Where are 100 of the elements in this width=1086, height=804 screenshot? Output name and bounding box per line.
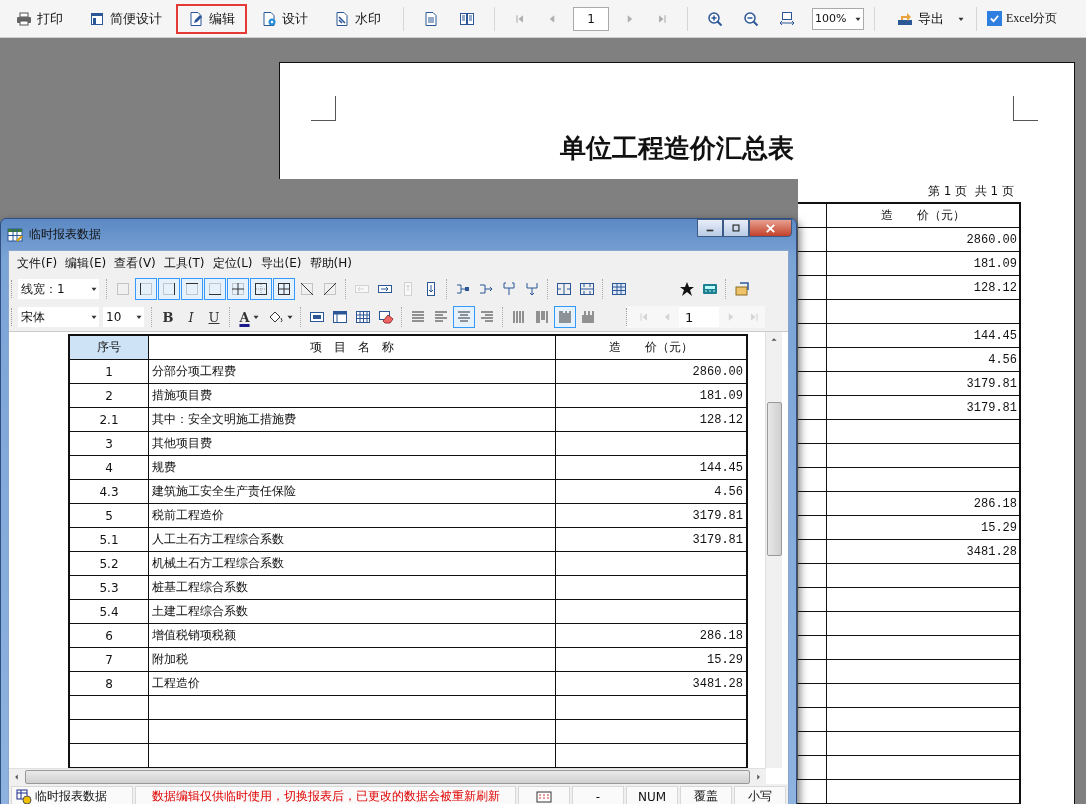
eraser-icon bbox=[378, 309, 394, 325]
table-cell: 2860.00 bbox=[826, 227, 1020, 252]
border-none-icon bbox=[115, 281, 131, 297]
table-cell: 4.56 bbox=[826, 347, 1020, 372]
font-size-select[interactable]: 10 bbox=[103, 307, 144, 327]
menu-item[interactable]: 帮助(H) bbox=[305, 254, 356, 272]
table-cell[interactable]: 工程造价 bbox=[148, 671, 556, 696]
status-cell: - bbox=[572, 786, 624, 804]
font-color-button[interactable]: A bbox=[235, 306, 265, 328]
table-cell[interactable]: 128.12 bbox=[555, 407, 747, 432]
align-center-icon bbox=[456, 309, 472, 325]
minimize-button[interactable] bbox=[697, 219, 723, 237]
italic-button[interactable]: I bbox=[180, 306, 202, 328]
paint-bucket-icon bbox=[267, 309, 284, 325]
column-header: 序号 bbox=[69, 335, 149, 360]
table-app-icon bbox=[7, 226, 23, 243]
table-cell[interactable]: 181.09 bbox=[555, 383, 747, 408]
table-cell[interactable]: 3 bbox=[69, 431, 149, 456]
vertical-scrollbar[interactable] bbox=[765, 332, 782, 768]
table-icon bbox=[611, 281, 627, 297]
status-cell: 小写 bbox=[734, 786, 786, 804]
table-cell[interactable]: 5 bbox=[69, 503, 149, 528]
column-header: 造 价（元） bbox=[826, 203, 1020, 228]
zoom-select[interactable]: 100% bbox=[812, 7, 864, 30]
page-number-field[interactable]: 1 bbox=[573, 6, 609, 31]
table-cell[interactable]: 土建工程综合系数 bbox=[148, 599, 556, 624]
window-title: 临时报表数据 bbox=[29, 226, 102, 243]
menu-item[interactable]: 导出(E) bbox=[256, 254, 306, 272]
menu-item[interactable]: 编辑(E) bbox=[61, 254, 111, 272]
table-cell[interactable]: 5.2 bbox=[69, 551, 149, 576]
toolbar-button[interactable]: 编辑 bbox=[176, 3, 247, 34]
table-cell[interactable]: 2 bbox=[69, 383, 149, 408]
toolbar-button[interactable] bbox=[273, 278, 295, 300]
table-cell[interactable]: 4.3 bbox=[69, 479, 149, 504]
checkbox[interactable] bbox=[987, 11, 1002, 26]
printer-icon bbox=[16, 10, 32, 27]
scroll-thumb[interactable] bbox=[766, 402, 782, 556]
menu-item[interactable]: 定位(L) bbox=[208, 254, 257, 272]
toolbar-button[interactable] bbox=[135, 278, 157, 300]
table-cell[interactable]: 5.1 bbox=[69, 527, 149, 552]
table-cell[interactable]: 3481.28 bbox=[555, 671, 747, 696]
close-button[interactable] bbox=[749, 219, 792, 237]
maximize-icon bbox=[731, 223, 741, 233]
border-inner-icon bbox=[230, 281, 246, 297]
zoom-out-icon bbox=[743, 10, 759, 27]
table-cell[interactable]: 286.18 bbox=[555, 623, 747, 648]
font-select[interactable]: 宋体 bbox=[18, 307, 99, 327]
table-cell[interactable]: 15.29 bbox=[555, 647, 747, 672]
toolbar-button[interactable] bbox=[204, 278, 226, 300]
bold-button[interactable]: B bbox=[157, 306, 179, 328]
toolbar-button[interactable] bbox=[250, 278, 272, 300]
fork-down-icon bbox=[524, 281, 540, 297]
table-cell[interactable]: 其中：安全文明施工措施费 bbox=[148, 407, 556, 432]
table-cell[interactable]: 3179.81 bbox=[555, 527, 747, 552]
table-cell[interactable]: 措施项目费 bbox=[148, 383, 556, 408]
table-cell[interactable]: 分部分项工程费 bbox=[148, 359, 556, 384]
underline-button[interactable]: U bbox=[203, 306, 225, 328]
calculator-icon bbox=[702, 281, 718, 297]
gear-document-icon bbox=[261, 10, 277, 27]
table-cell[interactable]: 附加税 bbox=[148, 647, 556, 672]
toolbar-button[interactable]: 水印 bbox=[322, 3, 393, 34]
table-cell[interactable]: 4 bbox=[69, 455, 149, 480]
table-cell[interactable]: 机械土石方工程综合系数 bbox=[148, 551, 556, 576]
table-cell: 3481.28 bbox=[826, 539, 1020, 564]
table-cell[interactable]: 6 bbox=[69, 623, 149, 648]
table-cell[interactable]: 3179.81 bbox=[555, 503, 747, 528]
toolbar-button[interactable]: 设计 bbox=[249, 3, 320, 34]
maximize-button[interactable] bbox=[723, 219, 749, 237]
menu-item[interactable]: 文件(F) bbox=[13, 254, 62, 272]
table-cell[interactable]: 税前工程造价 bbox=[148, 503, 556, 528]
table-cell[interactable]: 人工土石方工程综合系数 bbox=[148, 527, 556, 552]
menu-item[interactable]: 查看(V) bbox=[110, 254, 160, 272]
align-left-icon bbox=[433, 309, 449, 325]
pencil-document-icon bbox=[188, 10, 204, 27]
table-cell[interactable]: 规费 bbox=[148, 455, 556, 480]
table-cell[interactable]: 增值税销项税额 bbox=[148, 623, 556, 648]
toolbar-button[interactable] bbox=[181, 278, 203, 300]
table-cell[interactable]: 8 bbox=[69, 671, 149, 696]
menu-item[interactable]: 工具(T) bbox=[159, 254, 209, 272]
table-cell[interactable]: 1 bbox=[69, 359, 149, 384]
align-right-icon bbox=[479, 309, 495, 325]
checkbox-label: Excel分页 bbox=[1006, 10, 1058, 27]
line-width-select[interactable]: 线宽：1 bbox=[18, 279, 99, 299]
toolbar-button[interactable]: 打印 bbox=[4, 3, 75, 34]
table-cell[interactable]: 4.56 bbox=[555, 479, 747, 504]
table-cell[interactable]: 5.3 bbox=[69, 575, 149, 600]
toolbar-button[interactable]: 简便设计 bbox=[77, 3, 174, 34]
export-button[interactable]: 导出 bbox=[885, 3, 956, 34]
table-cell[interactable]: 其他项目费 bbox=[148, 431, 556, 456]
page-number-field[interactable]: 1 bbox=[679, 307, 719, 327]
toolbar-button[interactable] bbox=[158, 278, 180, 300]
table-cell[interactable]: 5.4 bbox=[69, 599, 149, 624]
table-cell: 3179.81 bbox=[826, 371, 1020, 396]
table-cell[interactable]: 桩基工程综合系数 bbox=[148, 575, 556, 600]
table-cell[interactable]: 2860.00 bbox=[555, 359, 747, 384]
table-cell[interactable]: 建筑施工安全生产责任保险 bbox=[148, 479, 556, 504]
table-cell[interactable]: 144.45 bbox=[555, 455, 747, 480]
table-cell[interactable]: 2.1 bbox=[69, 407, 149, 432]
column-header: 项 目 名 称 bbox=[148, 335, 556, 360]
table-cell[interactable]: 7 bbox=[69, 647, 149, 672]
